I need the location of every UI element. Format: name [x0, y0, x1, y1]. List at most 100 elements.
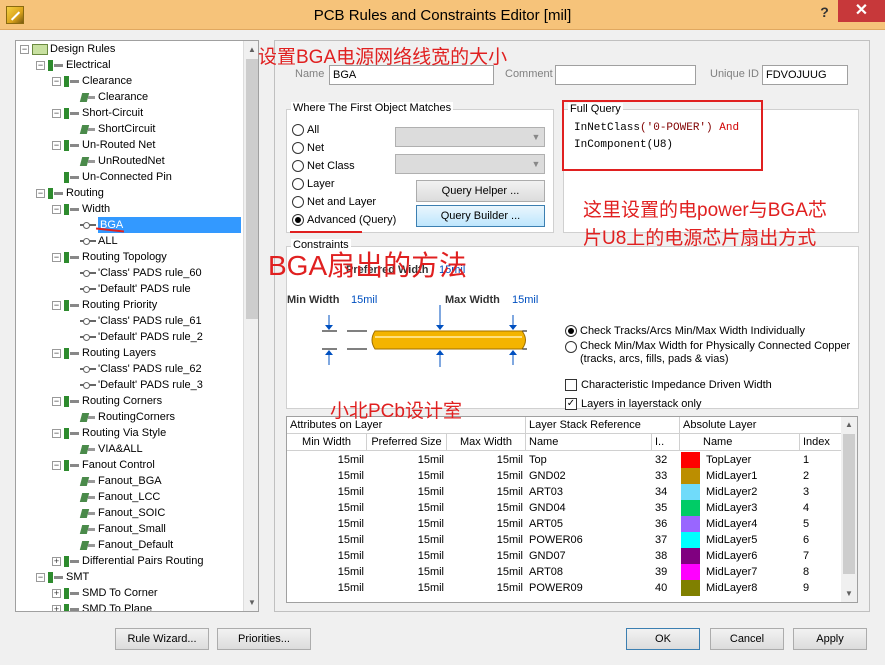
- cell-max[interactable]: 15mil: [447, 580, 526, 596]
- tree-item[interactable]: RoutingCorners: [68, 409, 175, 425]
- check-physical-option[interactable]: Check Min/Max Width for Physically Conne…: [565, 340, 850, 368]
- collapse-icon[interactable]: −: [52, 460, 61, 470]
- tree-item[interactable]: 'Class' PADS rule_62: [68, 361, 202, 377]
- cell-pref[interactable]: 15mil: [367, 580, 447, 596]
- cell-index[interactable]: 8: [800, 564, 843, 580]
- layer-color-swatch[interactable]: [681, 452, 700, 468]
- cell-stack[interactable]: GND04: [526, 500, 652, 516]
- cell-abs[interactable]: MidLayer7: [703, 564, 800, 580]
- cell-pref[interactable]: 15mil: [367, 548, 447, 564]
- query-helper-button[interactable]: Query Helper ...: [416, 180, 545, 202]
- cell-abs[interactable]: MidLayer2: [703, 484, 800, 500]
- cell-abs[interactable]: MidLayer8: [703, 580, 800, 596]
- cell-max[interactable]: 15mil: [447, 500, 526, 516]
- cell-stack[interactable]: POWER09: [526, 580, 652, 596]
- cell-index[interactable]: 3: [800, 484, 843, 500]
- ok-button[interactable]: OK: [626, 628, 700, 650]
- cell-index[interactable]: 2: [800, 468, 843, 484]
- cell-max[interactable]: 15mil: [447, 452, 526, 468]
- scroll-thumb[interactable]: [843, 434, 855, 574]
- cell-stack[interactable]: POWER06: [526, 532, 652, 548]
- tree-scrollbar[interactable]: ▲ ▼: [243, 41, 258, 611]
- radio-net-button[interactable]: [292, 142, 304, 155]
- chevron-down-icon[interactable]: ▼: [528, 155, 544, 173]
- tree-item[interactable]: − Routing Layers: [52, 345, 156, 361]
- tree-item[interactable]: − Routing: [36, 185, 104, 201]
- cell-min[interactable]: 15mil: [287, 484, 367, 500]
- collapse-icon[interactable]: −: [52, 348, 61, 358]
- cell-index[interactable]: 7: [800, 548, 843, 564]
- tree-item[interactable]: − Routing Topology: [52, 249, 167, 265]
- layer-color-swatch[interactable]: [681, 580, 700, 596]
- tree-item[interactable]: ShortCircuit: [68, 121, 155, 137]
- scroll-down-arrow-icon[interactable]: ▼: [841, 586, 857, 602]
- tree-item[interactable]: VIA&ALL: [68, 441, 143, 457]
- collapse-icon[interactable]: −: [20, 44, 29, 54]
- cell-stack[interactable]: ART05: [526, 516, 652, 532]
- cell-abs[interactable]: MidLayer6: [703, 548, 800, 564]
- cell-min[interactable]: 15mil: [287, 532, 367, 548]
- tree-item[interactable]: − Design Rules: [20, 41, 115, 57]
- radio-layer-button[interactable]: [292, 178, 304, 191]
- cell-stack[interactable]: Top: [526, 452, 652, 468]
- cell-i[interactable]: 38: [652, 548, 680, 564]
- cell-i[interactable]: 40: [652, 580, 680, 596]
- col-abs-name[interactable]: Name: [680, 434, 800, 451]
- tree-item[interactable]: + Differential Pairs Routing: [52, 553, 203, 569]
- scroll-up-arrow-icon[interactable]: ▲: [244, 41, 258, 58]
- tree-item[interactable]: 'Default' PADS rule_3: [68, 377, 203, 393]
- collapse-icon[interactable]: −: [52, 396, 61, 406]
- cell-stack[interactable]: GND02: [526, 468, 652, 484]
- layer-color-swatch[interactable]: [681, 548, 700, 564]
- tree-item[interactable]: − Routing Corners: [52, 393, 162, 409]
- cell-i[interactable]: 36: [652, 516, 680, 532]
- layer-color-swatch[interactable]: [681, 484, 700, 500]
- tree-item[interactable]: + SMD To Corner: [52, 585, 158, 601]
- collapse-icon[interactable]: −: [52, 252, 61, 262]
- tree-item[interactable]: 'Class' PADS rule_61: [68, 313, 202, 329]
- priorities-button[interactable]: Priorities...: [217, 628, 311, 650]
- cell-pref[interactable]: 15mil: [367, 484, 447, 500]
- tree-item[interactable]: Fanout_BGA: [68, 473, 162, 489]
- cell-pref[interactable]: 15mil: [367, 468, 447, 484]
- chevron-down-icon[interactable]: ▼: [528, 128, 544, 146]
- layer-color-swatch[interactable]: [681, 468, 700, 484]
- collapse-icon[interactable]: −: [36, 188, 45, 198]
- close-button[interactable]: ✕: [838, 0, 885, 22]
- radio-net-and-layer-button[interactable]: [292, 196, 304, 209]
- cell-abs[interactable]: MidLayer3: [703, 500, 800, 516]
- cell-i[interactable]: 32: [652, 452, 680, 468]
- cell-stack[interactable]: ART03: [526, 484, 652, 500]
- scroll-down-arrow-icon[interactable]: ▼: [244, 594, 258, 611]
- scroll-thumb[interactable]: [246, 59, 258, 319]
- tree-item[interactable]: Fanout_Default: [68, 537, 173, 553]
- apply-button[interactable]: Apply: [793, 628, 867, 650]
- collapse-icon[interactable]: −: [52, 76, 61, 86]
- radio-net[interactable]: Net: [292, 141, 324, 157]
- tree-item[interactable]: − Short-Circuit: [52, 105, 143, 121]
- cell-stack[interactable]: GND07: [526, 548, 652, 564]
- radio-net-class[interactable]: Net Class: [292, 159, 355, 175]
- cell-min[interactable]: 15mil: [287, 548, 367, 564]
- collapse-icon[interactable]: −: [52, 108, 61, 118]
- tree-item[interactable]: − Fanout Control: [52, 457, 155, 473]
- cell-index[interactable]: 6: [800, 532, 843, 548]
- layer-color-swatch[interactable]: [681, 564, 700, 580]
- cell-max[interactable]: 15mil: [447, 564, 526, 580]
- tree-item[interactable]: − Un-Routed Net: [52, 137, 155, 153]
- comment-field[interactable]: [555, 65, 696, 85]
- collapse-icon[interactable]: −: [52, 300, 61, 310]
- cell-index[interactable]: 5: [800, 516, 843, 532]
- tree-item[interactable]: − Routing Priority: [52, 297, 157, 313]
- tree-item[interactable]: − Clearance: [52, 73, 132, 89]
- grid-scrollbar[interactable]: ▲ ▼: [841, 417, 857, 602]
- col-preferred-size[interactable]: Preferred Size: [367, 434, 447, 451]
- layer-color-swatch[interactable]: [681, 532, 700, 548]
- layerstack-only-checkbox[interactable]: ✓: [565, 398, 577, 411]
- cancel-button[interactable]: Cancel: [710, 628, 784, 650]
- tree-item[interactable]: − Width: [52, 201, 110, 217]
- tree-item[interactable]: + SMD To Plane: [52, 601, 152, 611]
- cell-abs[interactable]: MidLayer5: [703, 532, 800, 548]
- layer-color-swatch[interactable]: [681, 516, 700, 532]
- tree-item[interactable]: BGA: [68, 217, 241, 233]
